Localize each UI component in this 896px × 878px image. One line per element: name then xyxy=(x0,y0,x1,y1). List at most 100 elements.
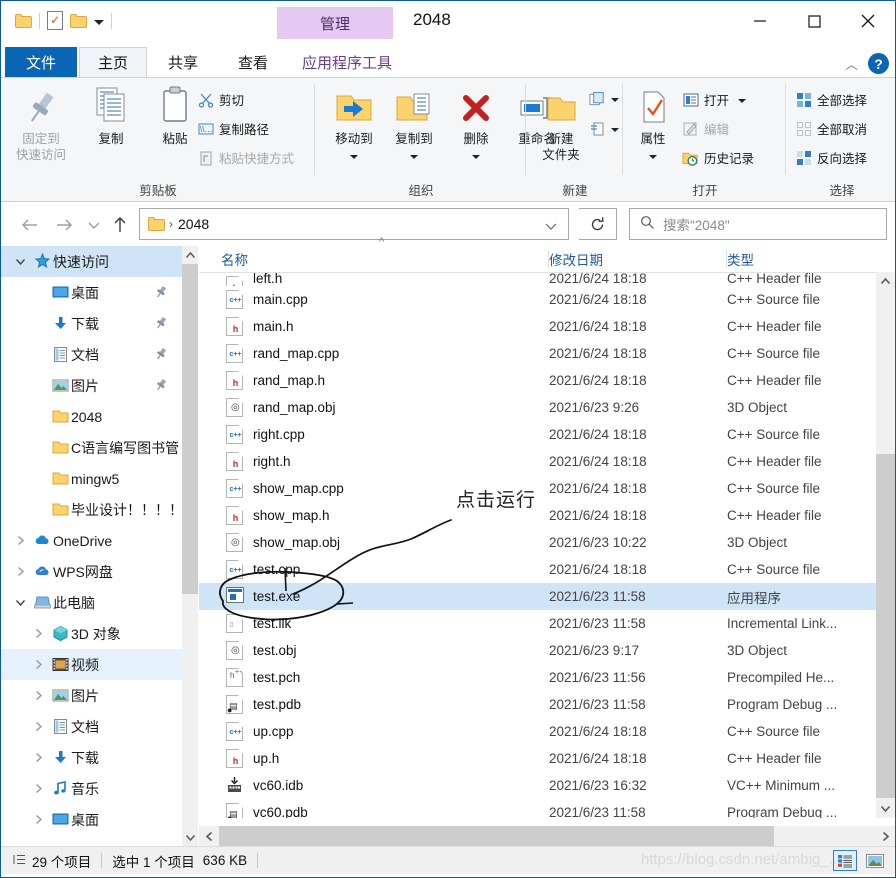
properties-icon[interactable]: ✓ xyxy=(47,11,63,30)
table-row[interactable]: h left.h 2021/6/24 18:18 C++ Header file xyxy=(199,272,876,286)
table-row[interactable]: c++ rand_map.cpp 2021/6/24 18:18 C++ Source… xyxy=(199,340,876,367)
pin-to-quick-access-button[interactable]: 固定到 快速访问 xyxy=(9,84,73,163)
easy-access-dropdown-icon[interactable] xyxy=(611,128,619,132)
hscroll-thumb[interactable] xyxy=(219,826,774,846)
nav-chevron-icon[interactable] xyxy=(27,659,49,670)
copy-to-dropdown-icon[interactable] xyxy=(410,155,418,159)
list-scroll-left-icon[interactable] xyxy=(199,826,219,846)
list-scroll-down-icon[interactable] xyxy=(876,799,895,818)
column-header-name[interactable]: 名称 ^ xyxy=(221,236,549,272)
edit-button[interactable]: 编辑 xyxy=(682,119,729,138)
copy-to-button[interactable]: 复制到 xyxy=(382,84,446,162)
new-folder-button[interactable]: 新建 文件夹 xyxy=(529,84,593,163)
table-row[interactable]: ◎ rand_map.obj 2021/6/23 9:26 3D Object xyxy=(199,394,876,421)
maximize-button[interactable] xyxy=(787,1,841,41)
nav-item-9[interactable]: OneDrive xyxy=(1,525,182,556)
table-row[interactable]: h up.h 2021/6/24 18:18 C++ Header file xyxy=(199,745,876,772)
nav-chevron-icon[interactable] xyxy=(9,566,31,577)
table-row[interactable]: ▯ test.ilk 2021/6/23 11:58 Incremental Link… xyxy=(199,610,876,637)
table-row[interactable]: vc60.idb 2021/6/23 16:32 VC++ Minimum ... xyxy=(199,772,876,799)
search-input[interactable]: 搜索"2048" xyxy=(629,208,887,240)
nav-scrollbar[interactable] xyxy=(182,246,198,846)
table-row[interactable]: ▤ ● test.pdb 2021/6/23 11:58 Program Debug .… xyxy=(199,691,876,718)
nav-item-6[interactable]: C语言编写图书管 xyxy=(1,432,182,463)
nav-item-5[interactable]: 2048 xyxy=(1,401,182,432)
select-all-button[interactable]: 全部选择 xyxy=(795,90,867,109)
copy-path-button[interactable]: \\… 复制路径 xyxy=(197,119,269,138)
nav-item-14[interactable]: 图片 xyxy=(1,680,182,711)
table-row[interactable]: c++ test.cpp 2021/6/24 18:18 C++ Source fil… xyxy=(199,556,876,583)
help-icon[interactable]: ? xyxy=(868,53,889,74)
file-list-hscrollbar[interactable] xyxy=(199,826,895,846)
nav-scroll-up-icon[interactable] xyxy=(182,246,198,264)
open-button[interactable]: 打开 xyxy=(682,90,747,109)
move-to-dropdown-icon[interactable] xyxy=(350,155,358,159)
nav-item-3[interactable]: 文档 xyxy=(1,339,182,370)
nav-item-15[interactable]: 文档 xyxy=(1,711,182,742)
recent-locations-button[interactable] xyxy=(83,214,105,236)
nav-chevron-icon[interactable] xyxy=(27,628,49,639)
open-dropdown-icon[interactable] xyxy=(738,99,747,103)
nav-item-13[interactable]: 视频 xyxy=(1,649,182,680)
nav-chevron-icon[interactable] xyxy=(27,783,49,794)
nav-scroll-thumb[interactable] xyxy=(182,264,198,594)
nav-item-11[interactable]: 此电脑 xyxy=(1,587,182,618)
table-row[interactable]: c++ main.cpp 2021/6/24 18:18 C++ Source fil… xyxy=(199,286,876,313)
nav-chevron-icon[interactable] xyxy=(27,721,49,732)
column-header-date[interactable]: 修改日期 xyxy=(549,246,727,272)
table-row[interactable]: h main.h 2021/6/24 18:18 C++ Header file xyxy=(199,313,876,340)
pin-icon[interactable] xyxy=(154,347,168,364)
table-row[interactable]: ◎ show_map.obj 2021/6/23 10:22 3D Object xyxy=(199,529,876,556)
tab-application-tools[interactable]: 应用程序工具 xyxy=(289,47,405,77)
pin-icon[interactable] xyxy=(154,285,168,302)
nav-item-18[interactable]: 桌面 xyxy=(1,804,182,835)
address-dropdown-icon[interactable] xyxy=(544,220,558,235)
table-row[interactable]: h ++ test.pch 2021/6/23 11:56 Precompiled He… xyxy=(199,664,876,691)
up-button[interactable] xyxy=(109,214,131,236)
collapse-ribbon-icon[interactable]: ︿ xyxy=(845,54,858,73)
table-row[interactable]: c++ up.cpp 2021/6/24 18:18 C++ Source file xyxy=(199,718,876,745)
column-header-type[interactable]: 类型 xyxy=(727,246,877,272)
delete-button[interactable]: 删除 xyxy=(444,84,508,162)
nav-item-4[interactable]: 图片 xyxy=(1,370,182,401)
new-item-dropdown-icon[interactable] xyxy=(611,98,619,102)
table-row[interactable]: ▤ ● vc60.pdb 2021/6/23 11:58 Program Debug .… xyxy=(199,799,876,818)
table-row[interactable]: test.exe 2021/6/23 11:58 应用程序 xyxy=(199,583,876,610)
tab-share[interactable]: 共享 xyxy=(149,47,217,77)
move-to-button[interactable]: 移动到 xyxy=(322,84,386,162)
nav-item-1[interactable]: 桌面 xyxy=(1,277,182,308)
nav-chevron-icon[interactable] xyxy=(27,690,49,701)
nav-chevron-icon[interactable] xyxy=(9,598,31,607)
table-row[interactable]: h rand_map.h 2021/6/24 18:18 C++ Header fil… xyxy=(199,367,876,394)
tab-view[interactable]: 查看 xyxy=(219,47,287,77)
delete-dropdown-icon[interactable] xyxy=(472,155,480,159)
history-button[interactable]: 历史记录 xyxy=(682,148,754,167)
nav-chevron-icon[interactable] xyxy=(27,752,49,763)
tab-file[interactable]: 文件 xyxy=(5,47,77,77)
table-row[interactable]: ◎ test.obj 2021/6/23 9:17 3D Object xyxy=(199,637,876,664)
table-row[interactable]: h show_map.h 2021/6/24 18:18 C++ Header fil… xyxy=(199,502,876,529)
new-item-button[interactable] xyxy=(589,90,619,107)
new-folder-icon[interactable] xyxy=(70,13,87,28)
forward-button[interactable] xyxy=(53,214,75,236)
nav-item-7[interactable]: mingw5 xyxy=(1,463,182,494)
list-scroll-up-icon[interactable] xyxy=(876,272,895,291)
list-scroll-thumb[interactable] xyxy=(876,454,895,798)
nav-item-0[interactable]: 快速访问 xyxy=(1,246,182,277)
easy-access-button[interactable] xyxy=(589,120,619,137)
table-row[interactable]: c++ show_map.cpp 2021/6/24 18:18 C++ Source… xyxy=(199,475,876,502)
paste-shortcut-button[interactable]: 粘贴快捷方式 xyxy=(197,148,294,167)
nav-item-10[interactable]: WPS网盘 xyxy=(1,556,182,587)
nav-chevron-icon[interactable] xyxy=(27,814,49,825)
refresh-button[interactable] xyxy=(579,208,617,240)
pin-icon[interactable] xyxy=(154,378,168,395)
breadcrumb[interactable]: 2048 xyxy=(178,216,209,232)
thumbnail-view-icon[interactable] xyxy=(863,850,887,871)
properties-button[interactable]: 属性 xyxy=(626,84,680,162)
properties-dropdown-icon[interactable] xyxy=(649,155,657,159)
table-row[interactable]: h right.h 2021/6/24 18:18 C++ Header file xyxy=(199,448,876,475)
folder-icon[interactable] xyxy=(15,13,32,28)
customize-dropdown-icon[interactable] xyxy=(94,19,104,25)
nav-item-17[interactable]: 音乐 xyxy=(1,773,182,804)
close-button[interactable] xyxy=(841,1,895,41)
